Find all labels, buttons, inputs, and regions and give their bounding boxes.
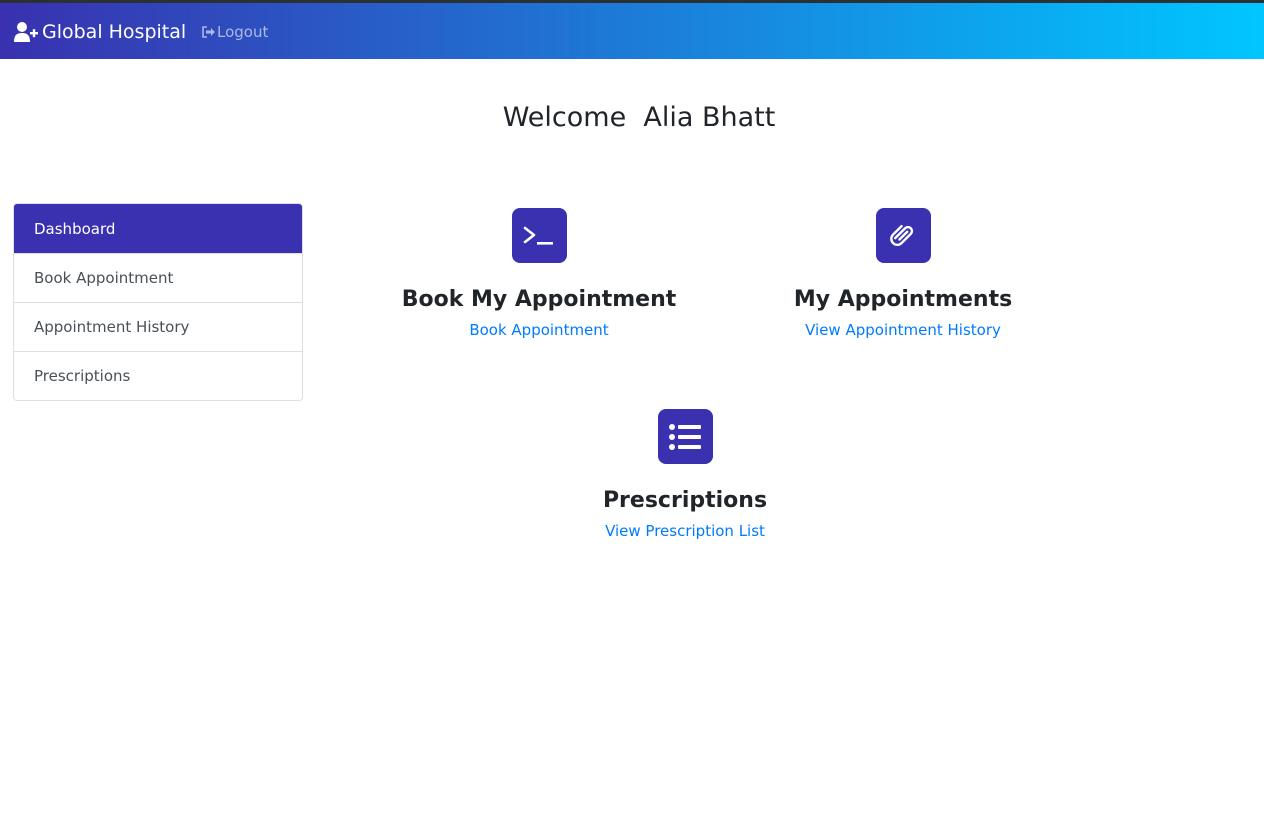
sidebar-item-book-appointment[interactable]: Book Appointment bbox=[14, 253, 302, 302]
logout-link[interactable]: Logout bbox=[201, 23, 268, 41]
card-title-book: Book My Appointment bbox=[401, 287, 677, 312]
paperclip-icon bbox=[875, 208, 931, 263]
my-appointments-card: My Appointments View Appointment History bbox=[753, 208, 1053, 339]
book-appointment-link[interactable]: Book Appointment bbox=[469, 321, 608, 339]
card-title-appointments: My Appointments bbox=[793, 287, 1013, 312]
navbar: Global Hospital Logout bbox=[0, 0, 1264, 59]
brand-title: Global Hospital bbox=[42, 21, 187, 43]
prescriptions-card: Prescriptions View Prescription List bbox=[535, 409, 835, 540]
sidebar-item-prescriptions[interactable]: Prescriptions bbox=[14, 351, 302, 400]
sidebar-item-appointment-history[interactable]: Appointment History bbox=[14, 302, 302, 351]
sidebar-menu: Dashboard Book Appointment Appointment H… bbox=[13, 203, 303, 401]
view-appointment-history-link[interactable]: View Appointment History bbox=[805, 321, 1001, 339]
book-appointment-card: Book My Appointment Book Appointment bbox=[389, 208, 689, 339]
user-plus-icon bbox=[13, 21, 39, 43]
brand-link[interactable]: Global Hospital bbox=[13, 19, 186, 45]
sidebar-item-dashboard[interactable]: Dashboard bbox=[14, 204, 302, 253]
terminal-icon bbox=[511, 208, 567, 263]
welcome-heading: Welcome Alia Bhatt bbox=[502, 102, 776, 133]
card-title-prescriptions: Prescriptions bbox=[602, 488, 768, 513]
sign-out-icon bbox=[201, 25, 216, 39]
view-prescription-list-link[interactable]: View Prescription List bbox=[605, 522, 765, 540]
logout-label: Logout bbox=[217, 23, 269, 41]
list-icon bbox=[657, 409, 713, 464]
